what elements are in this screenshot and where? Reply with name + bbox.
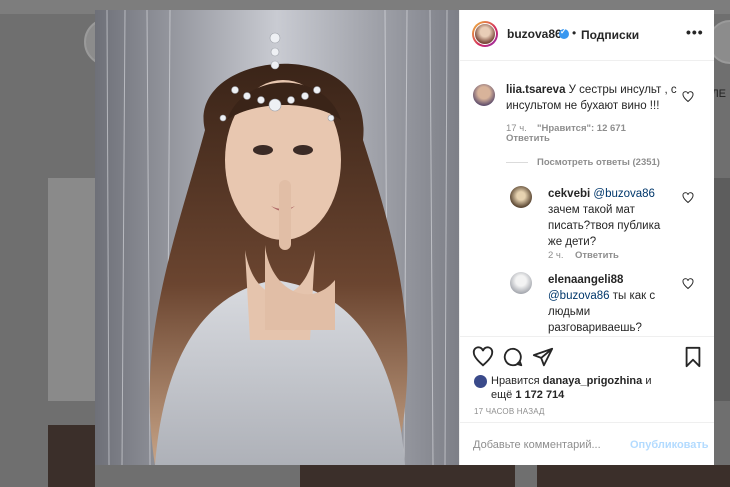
post-photo[interactable] — [95, 10, 459, 465]
view-replies-button[interactable]: Посмотреть ответы (2351) — [537, 157, 660, 168]
background-thumbnail[interactable] — [48, 178, 95, 401]
like-comment-heart-icon[interactable] — [682, 91, 694, 103]
liker-avatar[interactable] — [474, 375, 487, 388]
add-comment-bar: Добавьте комментарий... Опубликовать — [460, 422, 714, 463]
reply-time: 2 ч. — [548, 250, 564, 261]
reply-button[interactable]: Ответить — [506, 133, 550, 144]
post-side-panel: buzova86 • Подписки ••• liia.tsareva У с… — [459, 10, 714, 465]
comment-bubble-icon[interactable] — [502, 346, 524, 368]
share-send-icon[interactable] — [532, 346, 554, 368]
comment-username[interactable]: liia.tsareva — [506, 84, 565, 96]
save-bookmark-icon[interactable] — [682, 346, 704, 368]
reply-reply-button[interactable]: Ответить — [575, 250, 619, 261]
like-reply-heart-icon[interactable] — [682, 278, 694, 290]
separator-dot: • — [572, 26, 577, 40]
reply-body: cekvebi @buzova86 зачем такой мат писать… — [548, 186, 676, 250]
post-header: buzova86 • Подписки ••• — [460, 10, 714, 61]
likes-count-prefix: ещё — [491, 389, 513, 401]
view-replies-line — [506, 162, 528, 163]
reply-username[interactable]: elenaangeli88 — [548, 274, 623, 286]
reply-username[interactable]: cekvebi — [548, 188, 590, 200]
likes-summary: Нравится danaya_prigozhina и ещё 1 172 7… — [491, 374, 691, 402]
author-username[interactable]: buzova86 — [507, 27, 562, 41]
reply-avatar[interactable] — [510, 186, 532, 208]
background-thumbnail[interactable] — [48, 425, 95, 487]
likes-prefix: Нравится — [491, 375, 540, 387]
comment-body: liia.tsareva У сестры инсульт , с инсуль… — [506, 82, 686, 114]
like-reply-heart-icon[interactable] — [682, 192, 694, 204]
like-heart-icon[interactable] — [472, 346, 494, 368]
likes-mid: и — [645, 375, 652, 387]
post-actions: Нравится danaya_prigozhina и ещё 1 172 7… — [460, 336, 714, 457]
background-thumbnail[interactable] — [300, 465, 515, 487]
post-time-ago[interactable]: 17 ЧАСОВ НАЗАД — [474, 407, 545, 416]
comment-input[interactable]: Добавьте комментарий... — [473, 439, 601, 451]
author-avatar[interactable] — [472, 21, 498, 47]
post-modal: buzova86 • Подписки ••• liia.tsareva У с… — [95, 10, 714, 465]
comment-like-count[interactable]: "Нравится": 12 671 — [537, 123, 626, 134]
comment-avatar[interactable] — [473, 84, 495, 106]
background-thumbnail[interactable] — [713, 178, 730, 401]
reply-body: elenaangeli88 @buzova86 ты как с людьми … — [548, 272, 676, 336]
post-photo-image — [95, 10, 459, 465]
reply-mention[interactable]: @buzova86 — [593, 188, 655, 200]
reply-avatar[interactable] — [510, 272, 532, 294]
post-comment-button[interactable]: Опубликовать — [630, 439, 709, 451]
reply-mention[interactable]: @buzova86 — [548, 290, 610, 302]
following-button[interactable]: Подписки — [581, 28, 639, 42]
background-thumbnail[interactable] — [537, 465, 730, 487]
more-options-icon[interactable]: ••• — [686, 24, 704, 40]
likes-count[interactable]: 1 172 714 — [515, 389, 564, 401]
reply-text: зачем такой мат писать?твоя публика же д… — [548, 204, 661, 248]
liker-username[interactable]: danaya_prigozhina — [543, 375, 643, 387]
verified-badge-icon — [559, 27, 569, 39]
